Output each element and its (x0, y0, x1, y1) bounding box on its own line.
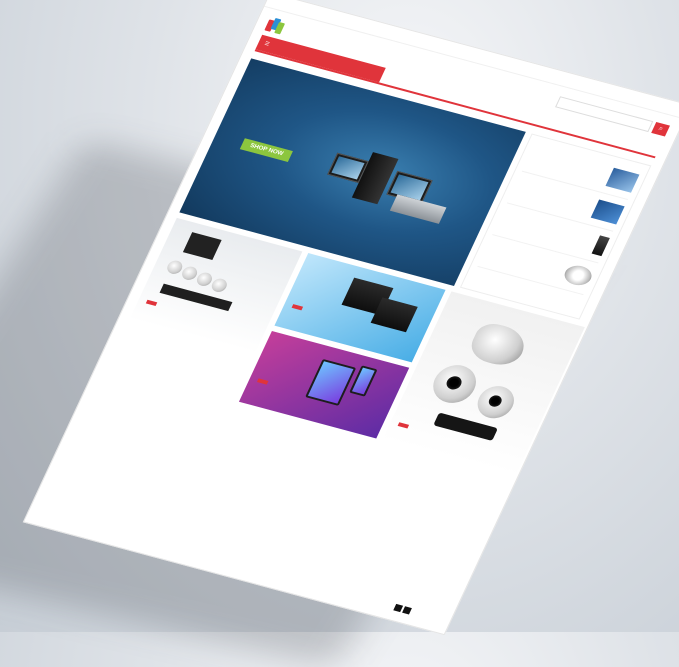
nav-item[interactable] (435, 89, 447, 93)
webpage: ⌕ ☰ SHOP NOW (22, 0, 679, 636)
product-image (591, 235, 610, 257)
next-icon[interactable] (402, 606, 412, 615)
product-image (590, 199, 625, 225)
shop-now-tag[interactable] (291, 304, 304, 311)
scene: ⌕ ☰ SHOP NOW (0, 0, 679, 667)
nav-item[interactable] (394, 78, 405, 82)
product-image (561, 262, 596, 288)
logo[interactable] (264, 17, 291, 37)
camera-image (209, 277, 230, 294)
camera-image (465, 320, 532, 370)
menu-icon: ☰ (263, 40, 271, 48)
shop-now-tag[interactable] (256, 378, 269, 385)
nav-item[interactable] (476, 100, 488, 104)
product-image (605, 167, 640, 193)
shop-now-tag[interactable] (145, 299, 158, 306)
shop-now-tag[interactable] (397, 422, 410, 429)
shop-now-button[interactable]: SHOP NOW (239, 138, 294, 163)
monitor-image (182, 232, 222, 260)
search-icon: ⌕ (657, 125, 665, 133)
logo-icon (264, 17, 288, 36)
nav-item[interactable] (455, 94, 467, 98)
pagination (393, 603, 412, 615)
search-button[interactable]: ⌕ (651, 122, 670, 137)
tablet-image (305, 358, 357, 406)
tablet-device: ⌕ ☰ SHOP NOW (22, 0, 679, 636)
nav-item[interactable] (414, 83, 426, 87)
